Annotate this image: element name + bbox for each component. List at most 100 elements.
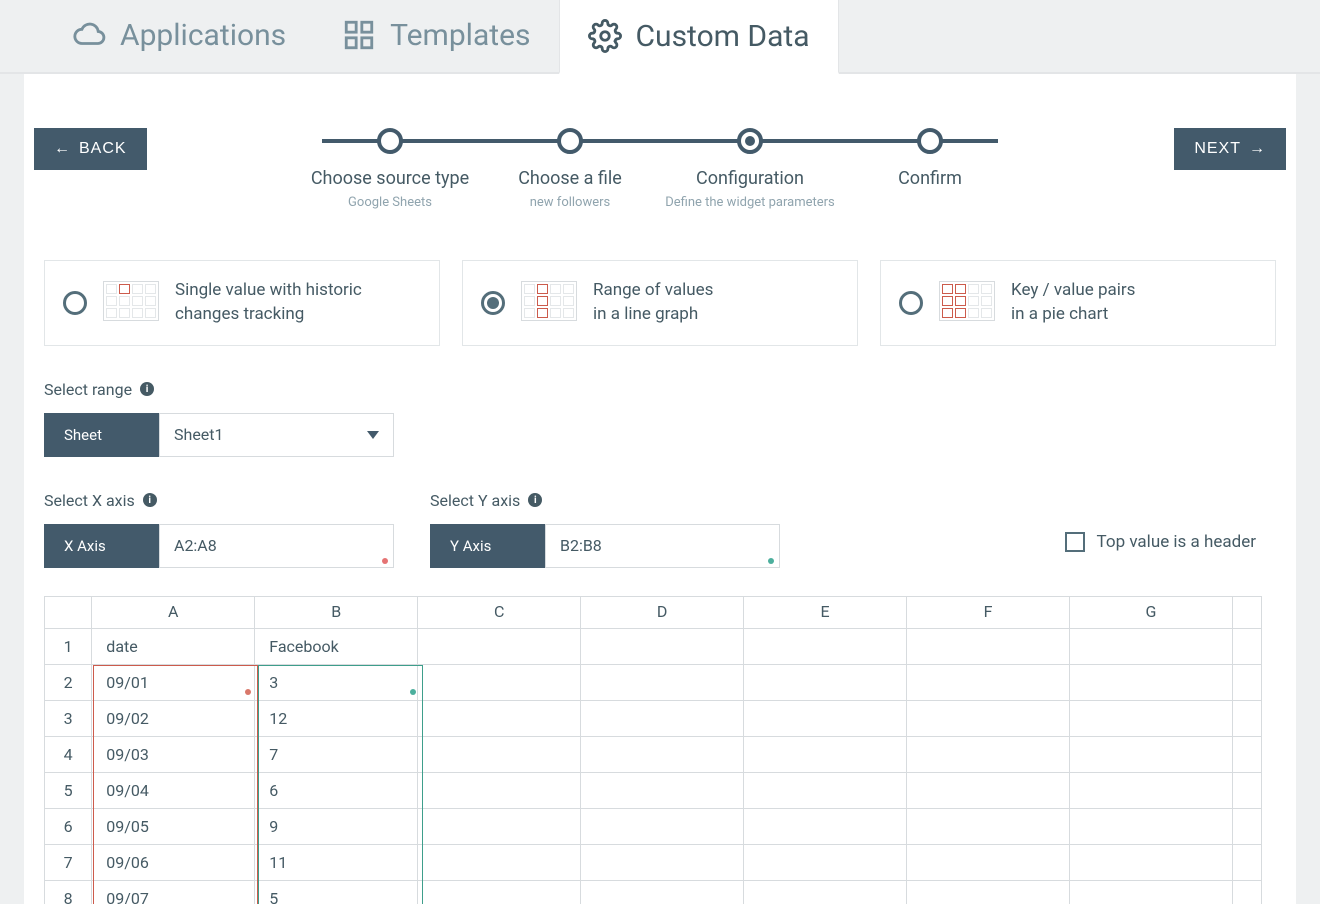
cell[interactable]: 5 xyxy=(255,881,418,904)
cell[interactable]: 12 xyxy=(255,701,418,737)
column-header[interactable]: E xyxy=(744,597,907,629)
back-button[interactable]: ← BACK xyxy=(34,128,147,170)
cell[interactable] xyxy=(744,773,907,809)
cell[interactable] xyxy=(1070,845,1233,881)
cell[interactable]: 7 xyxy=(255,737,418,773)
table-row[interactable]: 309/0212 xyxy=(45,701,1262,737)
info-icon[interactable]: i xyxy=(528,493,542,507)
cell[interactable] xyxy=(418,881,581,904)
cell[interactable]: 9 xyxy=(255,809,418,845)
cell[interactable] xyxy=(581,629,744,665)
row-header[interactable]: 6 xyxy=(45,809,92,845)
cell[interactable] xyxy=(1070,665,1233,701)
config-scroll-region[interactable]: Single value with historic changes track… xyxy=(24,234,1296,904)
info-icon[interactable]: i xyxy=(140,382,154,396)
cell[interactable] xyxy=(1070,881,1233,904)
cell[interactable] xyxy=(907,665,1070,701)
cell[interactable] xyxy=(907,809,1070,845)
cell[interactable] xyxy=(418,665,581,701)
cell[interactable] xyxy=(418,809,581,845)
cell[interactable] xyxy=(1070,737,1233,773)
cell[interactable]: date xyxy=(92,629,255,665)
column-header[interactable]: G xyxy=(1070,597,1233,629)
top-value-header-toggle[interactable]: Top value is a header xyxy=(1065,532,1256,552)
sheet-dropdown[interactable]: Sheet1 xyxy=(159,413,394,457)
info-icon[interactable]: i xyxy=(143,493,157,507)
tab-applications[interactable]: Applications xyxy=(44,0,314,72)
cell[interactable] xyxy=(418,629,581,665)
cell[interactable] xyxy=(907,629,1070,665)
row-header[interactable]: 4 xyxy=(45,737,92,773)
table-row[interactable]: 1dateFacebook xyxy=(45,629,1262,665)
cell[interactable] xyxy=(581,809,744,845)
cell[interactable]: 09/03 xyxy=(92,737,255,773)
cell[interactable] xyxy=(418,845,581,881)
tab-templates[interactable]: Templates xyxy=(314,0,558,72)
column-header[interactable]: F xyxy=(907,597,1070,629)
cell[interactable] xyxy=(907,701,1070,737)
row-header[interactable]: 1 xyxy=(45,629,92,665)
cell[interactable] xyxy=(1233,809,1262,845)
cell[interactable]: 09/07 xyxy=(92,881,255,904)
cell[interactable] xyxy=(744,629,907,665)
cell[interactable] xyxy=(1070,773,1233,809)
cell[interactable] xyxy=(581,881,744,904)
option-key-value[interactable]: Key / value pairs in a pie chart xyxy=(880,260,1276,346)
cell[interactable] xyxy=(907,845,1070,881)
cell[interactable] xyxy=(1070,701,1233,737)
cell[interactable] xyxy=(744,881,907,904)
cell[interactable] xyxy=(581,701,744,737)
spreadsheet[interactable]: A B C D E F G 1dateFacebook209/013309/02… xyxy=(44,596,1262,904)
cell[interactable] xyxy=(1233,737,1262,773)
table-row[interactable]: 209/013 xyxy=(45,665,1262,701)
table-row[interactable]: 809/075 xyxy=(45,881,1262,904)
x-axis-field[interactable]: X Axis A2:A8 xyxy=(44,524,394,568)
cell[interactable] xyxy=(1233,773,1262,809)
cell[interactable] xyxy=(1233,845,1262,881)
y-axis-field[interactable]: Y Axis B2:B8 xyxy=(430,524,780,568)
cell[interactable]: Facebook xyxy=(255,629,418,665)
step-source-type[interactable]: Choose source type Google Sheets xyxy=(300,128,480,210)
column-header[interactable]: A xyxy=(92,597,255,629)
cell[interactable] xyxy=(1233,629,1262,665)
column-header[interactable]: C xyxy=(418,597,581,629)
cell[interactable] xyxy=(418,737,581,773)
cell[interactable]: 09/06 xyxy=(92,845,255,881)
row-header[interactable]: 5 xyxy=(45,773,92,809)
cell[interactable]: 09/04 xyxy=(92,773,255,809)
step-configuration[interactable]: Configuration Define the widget paramete… xyxy=(660,128,840,210)
cell[interactable] xyxy=(907,737,1070,773)
cell[interactable] xyxy=(907,881,1070,904)
table-row[interactable]: 409/037 xyxy=(45,737,1262,773)
option-range-line[interactable]: Range of values in a line graph xyxy=(462,260,858,346)
tab-custom-data[interactable]: Custom Data xyxy=(559,0,839,74)
cell[interactable] xyxy=(581,737,744,773)
row-header[interactable]: 3 xyxy=(45,701,92,737)
cell[interactable]: 09/05 xyxy=(92,809,255,845)
cell[interactable] xyxy=(418,773,581,809)
cell[interactable] xyxy=(744,665,907,701)
cell[interactable] xyxy=(581,845,744,881)
y-axis-input[interactable]: B2:B8 xyxy=(545,524,780,568)
cell[interactable] xyxy=(1233,881,1262,904)
cell[interactable] xyxy=(581,665,744,701)
step-choose-file[interactable]: Choose a file new followers xyxy=(480,128,660,210)
cell[interactable] xyxy=(744,737,907,773)
next-button[interactable]: NEXT → xyxy=(1174,128,1286,170)
row-header[interactable]: 8 xyxy=(45,881,92,904)
row-header[interactable]: 7 xyxy=(45,845,92,881)
column-header[interactable]: D xyxy=(581,597,744,629)
x-axis-input[interactable]: A2:A8 xyxy=(159,524,394,568)
cell[interactable] xyxy=(907,773,1070,809)
table-row[interactable]: 709/0611 xyxy=(45,845,1262,881)
table-row[interactable]: 609/059 xyxy=(45,809,1262,845)
cell[interactable]: 6 xyxy=(255,773,418,809)
cell[interactable] xyxy=(1070,629,1233,665)
cell[interactable] xyxy=(744,845,907,881)
cell[interactable] xyxy=(418,701,581,737)
cell[interactable] xyxy=(1233,665,1262,701)
step-confirm[interactable]: Confirm xyxy=(840,128,1020,210)
cell[interactable] xyxy=(1070,809,1233,845)
cell[interactable]: 11 xyxy=(255,845,418,881)
row-header[interactable]: 2 xyxy=(45,665,92,701)
